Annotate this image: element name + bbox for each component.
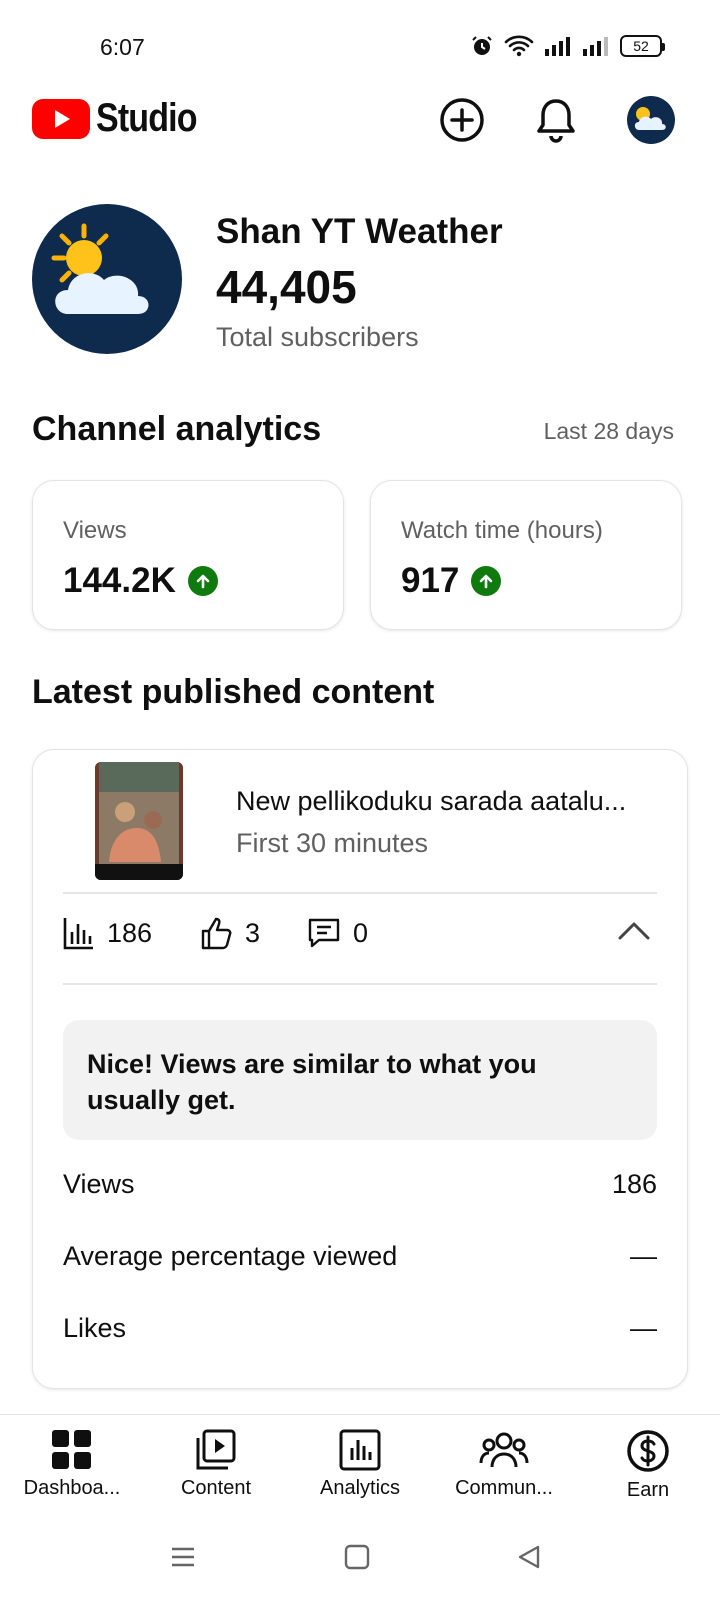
nav-label: Dashboa... <box>23 1477 121 1499</box>
views-card[interactable]: Views 144.2K <box>32 480 344 630</box>
latest-content-card: New pellikoduku sarada aatalu... First 3… <box>32 749 688 1389</box>
bell-icon <box>537 99 575 143</box>
nav-dashboard[interactable]: Dashboa... <box>2 1429 142 1500</box>
recents-button[interactable] <box>170 1544 196 1575</box>
watch-time-card-value-row: 917 <box>401 561 502 601</box>
signal-icon-2 <box>583 37 608 56</box>
subscriber-label: Total subscribers <box>216 322 419 352</box>
channel-name: Shan YT Weather <box>216 212 503 251</box>
system-navigation <box>0 1530 720 1590</box>
status-bar: 6:07 52 <box>0 0 720 96</box>
create-button[interactable] <box>436 94 488 146</box>
channel-avatar[interactable] <box>32 204 182 354</box>
status-time: 6:07 <box>100 34 145 60</box>
watch-time-card-label: Watch time (hours) <box>401 517 603 544</box>
weather-avatar-icon <box>51 223 149 314</box>
community-icon <box>479 1432 529 1468</box>
studio-logo-text: Studio <box>96 96 198 140</box>
likes-metric: 3 <box>201 916 260 950</box>
views-card-value-row: 144.2K <box>63 561 218 601</box>
status-icons: 52 <box>470 34 665 58</box>
content-icon <box>196 1429 236 1470</box>
nav-label: Content <box>180 1477 252 1499</box>
signal-icon-1 <box>545 37 570 56</box>
divider <box>63 892 657 894</box>
battery-indicator: 52 <box>620 35 665 57</box>
alarm-icon <box>472 36 492 55</box>
stat-row-avg-percentage: Average percentage viewed — <box>63 1236 657 1276</box>
chevron-up-icon <box>618 922 650 940</box>
stat-row-views: Views 186 <box>63 1164 657 1204</box>
stat-row-value: 186 <box>611 1168 657 1199</box>
youtube-logo-icon <box>32 98 90 139</box>
video-subtitle: First 30 minutes <box>236 828 429 858</box>
account-avatar[interactable] <box>625 94 677 146</box>
channel-analytics-title: Channel analytics <box>32 410 322 448</box>
stat-row-label: Likes <box>63 1312 127 1343</box>
nav-label: Commun... <box>455 1477 553 1499</box>
stat-row-likes: Likes — <box>63 1308 657 1348</box>
watch-time-card-value: 917 <box>401 561 460 600</box>
nav-community[interactable]: Commun... <box>434 1429 574 1500</box>
nav-earn[interactable]: Earn <box>578 1429 718 1502</box>
stat-row-value: — <box>630 1240 657 1271</box>
analytics-period: Last 28 days <box>543 418 674 444</box>
collapse-button[interactable] <box>617 916 651 951</box>
video-thumbnail[interactable] <box>95 762 183 880</box>
likes-metric-value: 3 <box>245 917 261 948</box>
video-title[interactable]: New pellikoduku sarada aatalu... <box>236 786 626 817</box>
views-card-label: Views <box>63 517 127 544</box>
channel-profile: Shan YT Weather 44,405 Total subscribers <box>32 204 688 364</box>
menu-icon <box>172 1547 194 1567</box>
nav-analytics[interactable]: Analytics <box>290 1429 430 1500</box>
stat-row-value: — <box>630 1312 657 1343</box>
video-thumbnail-image <box>95 762 183 880</box>
square-icon <box>344 1544 370 1570</box>
earn-icon <box>627 1430 669 1472</box>
nav-label: Earn <box>626 1479 670 1501</box>
stat-row-label: Views <box>63 1168 135 1199</box>
nav-content[interactable]: Content <box>146 1429 286 1500</box>
app-bar: Studio <box>0 88 720 152</box>
watch-time-card[interactable]: Watch time (hours) 917 <box>370 480 682 630</box>
add-circle-icon <box>440 98 484 142</box>
bar-chart-icon <box>63 918 93 950</box>
views-metric: 186 <box>63 916 152 950</box>
insight-message: Nice! Views are similar to what you usua… <box>63 1020 657 1140</box>
thumbs-up-icon <box>201 917 232 950</box>
analytics-icon <box>339 1429 381 1471</box>
comments-metric: 0 <box>307 916 368 950</box>
comment-icon <box>308 918 340 948</box>
subscriber-count: 44,405 <box>216 261 357 313</box>
views-card-value: 144.2K <box>63 561 176 600</box>
weather-avatar-icon <box>627 96 675 144</box>
back-button[interactable] <box>516 1544 542 1575</box>
back-triangle-icon <box>518 1545 540 1569</box>
views-metric-value: 186 <box>107 917 153 948</box>
bottom-navigation: Dashboa... Content Analytics Commun... E… <box>0 1414 720 1514</box>
wifi-icon <box>504 35 534 57</box>
latest-content-title: Latest published content <box>32 673 435 711</box>
trend-up-icon <box>187 566 218 596</box>
stat-row-label: Average percentage viewed <box>63 1240 398 1271</box>
divider <box>63 983 657 985</box>
nav-label: Analytics <box>319 1477 401 1499</box>
studio-logo[interactable]: Studio <box>32 96 214 141</box>
trend-up-icon <box>471 566 502 596</box>
home-button[interactable] <box>344 1544 370 1575</box>
notifications-button[interactable] <box>530 94 582 146</box>
dashboard-icon <box>52 1430 91 1469</box>
comments-metric-value: 0 <box>353 917 369 948</box>
